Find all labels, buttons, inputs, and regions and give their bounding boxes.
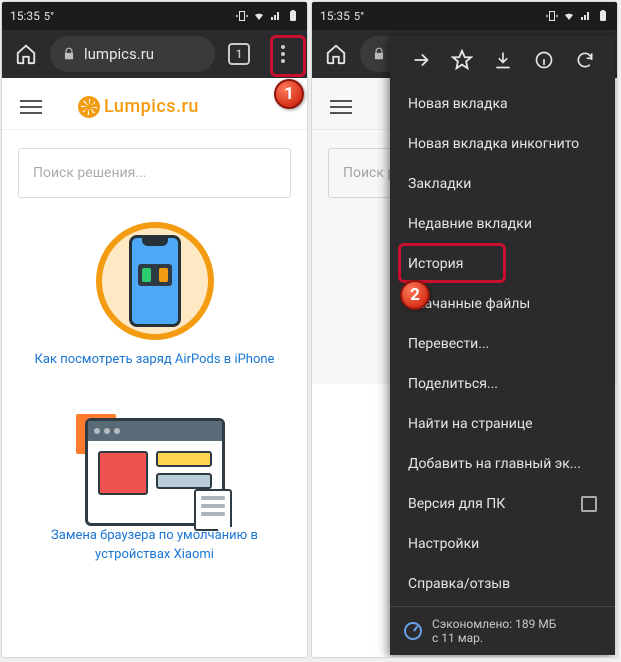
status-indicators — [236, 10, 299, 22]
menu-data-saver[interactable]: Сэкономлено: 189 МБ с 11 мар. — [390, 606, 615, 655]
menu-bookmark-button[interactable] — [446, 44, 478, 76]
article-card-2[interactable]: MI ✓ Замена браузера по умолчанию в устр… — [2, 390, 307, 585]
article-2-illustration: MI ✓ — [80, 418, 230, 526]
statusbar: 15:35 5° — [2, 2, 307, 30]
search-placeholder: Поиск решения... — [33, 165, 146, 181]
home-button[interactable] — [316, 34, 356, 74]
menu-item-add-home[interactable]: Добавить на главный эк... — [390, 444, 615, 484]
search-input[interactable]: Поиск решения... — [18, 148, 291, 198]
lock-icon — [372, 47, 386, 61]
web-page: Lumpics.ru Поиск решения... Как посмотре… — [2, 78, 307, 585]
article-1-illustration — [96, 222, 214, 340]
check-icon: ✓ — [218, 527, 236, 531]
phone-left: 15:35 5° lumpics.ru 1 — [2, 2, 307, 657]
data-saver-since: с 11 мар. — [432, 631, 556, 645]
arrow-forward-icon — [410, 49, 432, 71]
lock-icon — [62, 47, 76, 61]
tabs-button[interactable]: 1 — [219, 34, 259, 74]
signal-icon — [270, 10, 282, 22]
battery-icon — [597, 10, 609, 22]
overflow-menu: Новая вкладка Новая вкладка инкогнито За… — [390, 36, 615, 655]
signal-icon — [580, 10, 592, 22]
menu-item-recent-tabs[interactable]: Недавние вкладки — [390, 204, 615, 244]
wifi-icon — [563, 10, 575, 22]
menu-item-bookmarks[interactable]: Закладки — [390, 164, 615, 204]
menu-item-settings[interactable]: Настройки — [390, 524, 615, 564]
checkbox-icon — [581, 496, 597, 512]
wifi-icon — [253, 10, 265, 22]
download-icon — [493, 50, 513, 70]
statusbar: 15:35 5° — [312, 2, 617, 30]
home-icon — [15, 43, 37, 65]
url-text: lumpics.ru — [84, 45, 154, 63]
vibrate-icon — [236, 10, 248, 22]
menu-info-button[interactable] — [528, 44, 560, 76]
menu-item-translate[interactable]: Перевести... — [390, 324, 615, 364]
vibrate-icon — [546, 10, 558, 22]
menu-item-find[interactable]: Найти на странице — [390, 404, 615, 444]
url-bar[interactable]: lumpics.ru — [50, 36, 215, 72]
home-icon — [325, 43, 347, 65]
status-time: 15:35 — [10, 9, 40, 23]
gauge-icon — [404, 622, 422, 640]
menu-item-share[interactable]: Поделиться... — [390, 364, 615, 404]
article-card-1[interactable]: Как посмотреть заряд AirPods в iPhone — [2, 216, 307, 390]
menu-icon-row — [390, 36, 615, 84]
tabs-count-box: 1 — [228, 43, 250, 65]
orange-icon — [78, 96, 100, 118]
menu-reload-button[interactable] — [569, 44, 601, 76]
site-header: Lumpics.ru — [2, 84, 307, 130]
status-temp: 5° — [354, 10, 364, 23]
home-button[interactable] — [6, 34, 46, 74]
article-2-title: Замена браузера по умолчанию в устройств… — [32, 526, 277, 565]
status-temp: 5° — [44, 10, 54, 23]
data-saver-saved: Сэкономлено: 189 МБ — [432, 617, 556, 631]
menu-forward-button[interactable] — [405, 44, 437, 76]
more-vert-icon — [281, 45, 285, 63]
menu-item-new-tab[interactable]: Новая вкладка — [390, 84, 615, 124]
menu-item-incognito[interactable]: Новая вкладка инкогнито — [390, 124, 615, 164]
site-menu-button[interactable] — [322, 92, 360, 122]
battery-icon — [287, 10, 299, 22]
menu-item-history[interactable]: История — [390, 244, 615, 284]
site-menu-button[interactable] — [12, 92, 50, 122]
menu-item-desktop[interactable]: Версия для ПК — [390, 484, 615, 524]
menu-download-button[interactable] — [487, 44, 519, 76]
overflow-menu-button[interactable] — [263, 34, 303, 74]
status-indicators — [546, 10, 609, 22]
menu-item-help[interactable]: Справка/отзыв — [390, 564, 615, 604]
reload-icon — [575, 50, 595, 70]
menu-item-downloads[interactable]: Скачанные файлы — [390, 284, 615, 324]
star-icon — [451, 49, 473, 71]
info-icon — [534, 50, 554, 70]
article-1-title: Как посмотреть заряд AirPods в iPhone — [32, 350, 277, 370]
site-logo-text: Lumpics.ru — [104, 96, 199, 117]
menu-item-desktop-label: Версия для ПК — [408, 496, 505, 512]
status-time: 15:35 — [320, 9, 350, 23]
site-logo[interactable]: Lumpics.ru — [78, 96, 199, 118]
browser-toolbar: lumpics.ru 1 — [2, 30, 307, 78]
phone-right: 15:35 5° lumpics Поиск решен — [312, 2, 617, 657]
